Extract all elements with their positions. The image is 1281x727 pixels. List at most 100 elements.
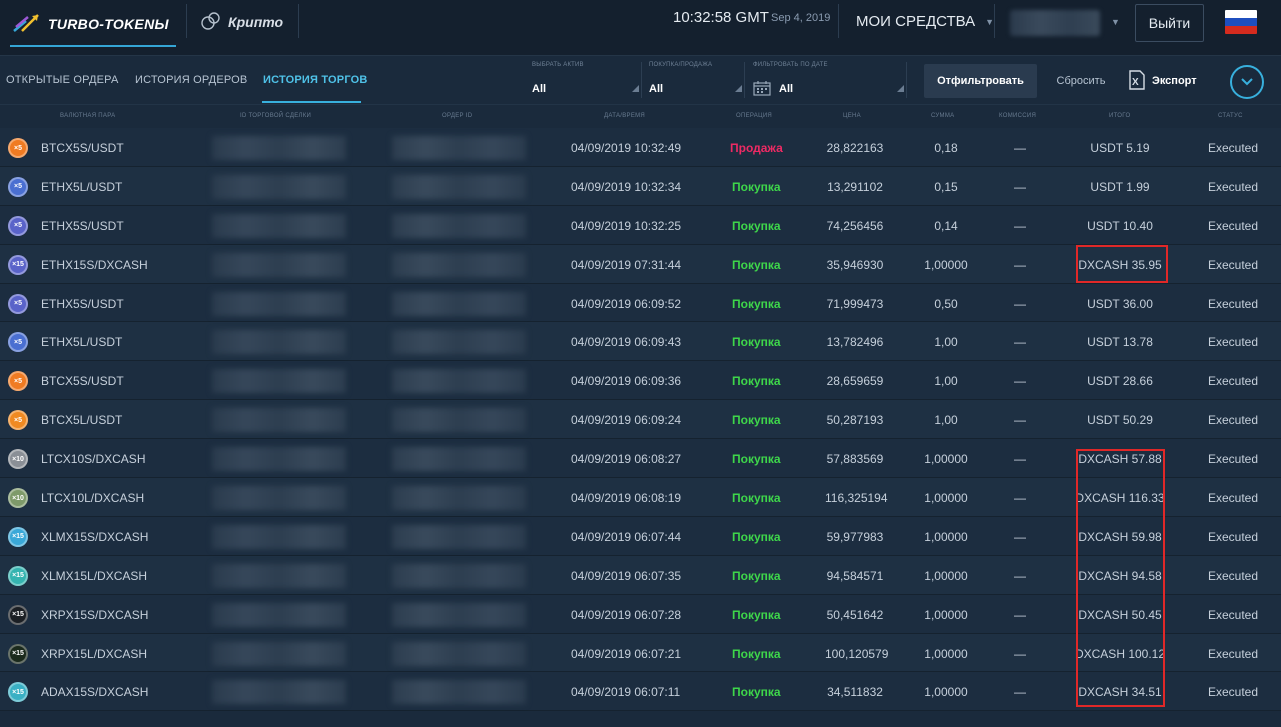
price-cell: 13,782496 xyxy=(826,335,884,350)
order-id-blurred xyxy=(392,213,526,238)
apply-filter-button[interactable]: Отфильтровать xyxy=(924,64,1037,98)
trade-id-blurred xyxy=(212,602,346,627)
tab-trade-history[interactable]: ИСТОРИЯ ТОРГОВ xyxy=(263,74,368,86)
coin-icon: ×5 xyxy=(8,332,28,353)
table-row[interactable]: ×5 BTCX5L/USDT 04/09/2019 06:09:24 Покуп… xyxy=(0,400,1281,440)
table-row[interactable]: ×15 XLMX15L/DXCASH 04/09/2019 06:07:35 П… xyxy=(0,555,1281,595)
table-row[interactable]: ×5 ETHX5S/USDT 04/09/2019 06:09:52 Покуп… xyxy=(0,283,1281,323)
datetime-cell: 04/09/2019 06:07:28 xyxy=(571,607,682,622)
table-row[interactable]: ×5 ETHX5L/USDT 04/09/2019 06:09:43 Покуп… xyxy=(0,322,1281,362)
table-row[interactable]: ×15 ETHX15S/DXCASH 04/09/2019 07:31:44 П… xyxy=(0,244,1281,284)
trade-history-table: ×5 BTCX5S/USDT 04/09/2019 10:32:49 Прода… xyxy=(0,128,1281,712)
table-row[interactable]: ×5 ETHX5S/USDT 04/09/2019 10:32:25 Покуп… xyxy=(0,205,1281,245)
operation-cell: Покупка xyxy=(732,335,781,350)
coin-icon: ×5 xyxy=(8,138,28,158)
table-row[interactable]: ×10 LTCX10S/DXCASH 04/09/2019 06:08:27 П… xyxy=(0,439,1281,479)
total-cell: DXCASH 57.88 xyxy=(1078,452,1162,467)
asset-filter-select[interactable]: ВЫБРАТЬ АКТИВ All xyxy=(532,62,642,98)
side-filter-value: All xyxy=(649,83,664,95)
status-cell: Executed xyxy=(1208,568,1259,583)
fee-cell: — xyxy=(1014,335,1026,350)
order-id-blurred xyxy=(392,369,526,394)
pair-cell: XRPX15L/DXCASH xyxy=(41,646,148,661)
status-cell: Executed xyxy=(1208,179,1259,194)
export-button[interactable]: X Экспорт xyxy=(1128,66,1197,96)
svg-text:X: X xyxy=(1132,77,1139,88)
crypto-nav-link[interactable]: Крипто xyxy=(200,10,283,34)
divider xyxy=(838,4,839,38)
col-order-id: ОРДЕР ID xyxy=(442,113,473,119)
side-filter-label: ПОКУПКА/ПРОДАЖА xyxy=(649,62,713,68)
pair-cell: XLMX15L/DXCASH xyxy=(41,568,148,583)
fee-cell: — xyxy=(1014,141,1026,155)
collapse-toggle-button[interactable] xyxy=(1230,65,1264,99)
date-filter-label: ФИЛЬТРОВАТЬ ПО ДАТЕ xyxy=(753,62,828,68)
total-cell: DXCASH 59.98 xyxy=(1078,529,1162,544)
reset-filter-button[interactable]: Сбросить xyxy=(1049,64,1113,98)
operation-cell: Продажа xyxy=(730,141,783,155)
trade-id-blurred xyxy=(212,447,346,472)
tab-order-history[interactable]: ИСТОРИЯ ОРДЕРОВ xyxy=(135,74,247,86)
col-operation: ОПЕРАЦИЯ xyxy=(736,113,773,119)
price-cell: 74,256456 xyxy=(826,218,884,233)
date-filter-select[interactable]: ФИЛЬТРОВАТЬ ПО ДАТЕ All xyxy=(753,62,907,98)
datetime-cell: 04/09/2019 06:07:35 xyxy=(571,568,682,583)
coin-icon: ×10 xyxy=(8,449,28,470)
coin-icon: ×5 xyxy=(8,410,28,431)
total-cell: DXCASH 116.33 xyxy=(1075,491,1165,506)
datetime-cell: 04/09/2019 06:09:24 xyxy=(571,413,682,428)
fee-cell: — xyxy=(1014,491,1026,506)
chevron-down-icon[interactable]: ▼ xyxy=(1111,17,1120,27)
account-selector-blurred[interactable] xyxy=(1010,10,1100,36)
table-row[interactable]: ×5 ETHX5L/USDT 04/09/2019 10:32:34 Покуп… xyxy=(0,166,1281,206)
my-funds-dropdown[interactable]: МОИ СРЕДСТВА ▼ xyxy=(856,13,994,30)
trade-id-blurred xyxy=(212,252,346,277)
asset-filter-label: ВЫБРАТЬ АКТИВ xyxy=(532,62,584,68)
excel-icon: X xyxy=(1128,69,1146,93)
status-cell: Executed xyxy=(1208,607,1259,622)
status-cell: Executed xyxy=(1208,646,1259,661)
pair-cell: BTCX5L/USDT xyxy=(41,413,123,428)
price-cell: 94,584571 xyxy=(826,568,884,583)
datetime-cell: 04/09/2019 06:09:43 xyxy=(571,335,682,350)
col-fee: КОМИССИЯ xyxy=(999,113,1037,119)
fee-cell: — xyxy=(1014,568,1026,583)
status-cell: Executed xyxy=(1208,685,1259,700)
table-row[interactable]: ×5 BTCX5S/USDT 04/09/2019 06:09:36 Покуп… xyxy=(0,361,1281,401)
total-cell: USDT 1.99 xyxy=(1090,179,1150,194)
coin-icon: ×5 xyxy=(8,371,28,392)
order-id-blurred xyxy=(392,136,526,160)
pair-cell: LTCX10S/DXCASH xyxy=(41,452,146,467)
table-row[interactable]: ×15 XRPX15L/DXCASH 04/09/2019 06:07:21 П… xyxy=(0,633,1281,673)
operation-cell: Покупка xyxy=(732,374,781,389)
trade-id-blurred xyxy=(212,524,346,549)
total-cell: DXCASH 34.51 xyxy=(1078,685,1162,700)
trade-id-blurred xyxy=(212,563,346,588)
col-amount: СУММА xyxy=(931,113,955,119)
status-cell: Executed xyxy=(1208,529,1259,544)
order-id-blurred xyxy=(392,447,526,472)
tab-open-orders[interactable]: ОТКРЫТЫЕ ОРДЕРА xyxy=(6,74,119,86)
coin-icon: ×10 xyxy=(8,488,28,509)
table-row[interactable]: ×15 XLMX15S/DXCASH 04/09/2019 06:07:44 П… xyxy=(0,516,1281,556)
brand-logo[interactable]: TURBO-TOKENЫ xyxy=(12,0,176,48)
operation-cell: Покупка xyxy=(732,685,781,700)
logout-button[interactable]: Выйти xyxy=(1135,4,1204,42)
price-cell: 34,511832 xyxy=(827,685,883,700)
chevron-down-icon: ▼ xyxy=(985,16,995,27)
coin-icon: ×5 xyxy=(8,215,28,236)
russian-flag-icon[interactable] xyxy=(1225,10,1257,34)
table-row[interactable]: ×15 ADAX15S/DXCASH 04/09/2019 06:07:11 П… xyxy=(0,672,1281,712)
order-id-blurred xyxy=(392,252,526,277)
table-row[interactable]: ×10 LTCX10L/DXCASH 04/09/2019 06:08:19 П… xyxy=(0,478,1281,517)
table-row[interactable]: ×15 XRPX15S/DXCASH 04/09/2019 06:07:28 П… xyxy=(0,594,1281,634)
side-filter-select[interactable]: ПОКУПКА/ПРОДАЖА All xyxy=(649,62,745,98)
table-row[interactable]: ×5 BTCX5S/USDT 04/09/2019 10:32:49 Прода… xyxy=(0,128,1281,167)
price-cell: 116,325194 xyxy=(825,491,888,506)
amount-cell: 0,15 xyxy=(934,179,958,194)
price-cell: 50,451642 xyxy=(826,607,884,622)
order-id-blurred xyxy=(392,174,526,199)
dropdown-corner-icon xyxy=(632,85,639,92)
amount-cell: 1,00000 xyxy=(924,529,968,544)
total-cell: DXCASH 94.58 xyxy=(1078,568,1162,583)
